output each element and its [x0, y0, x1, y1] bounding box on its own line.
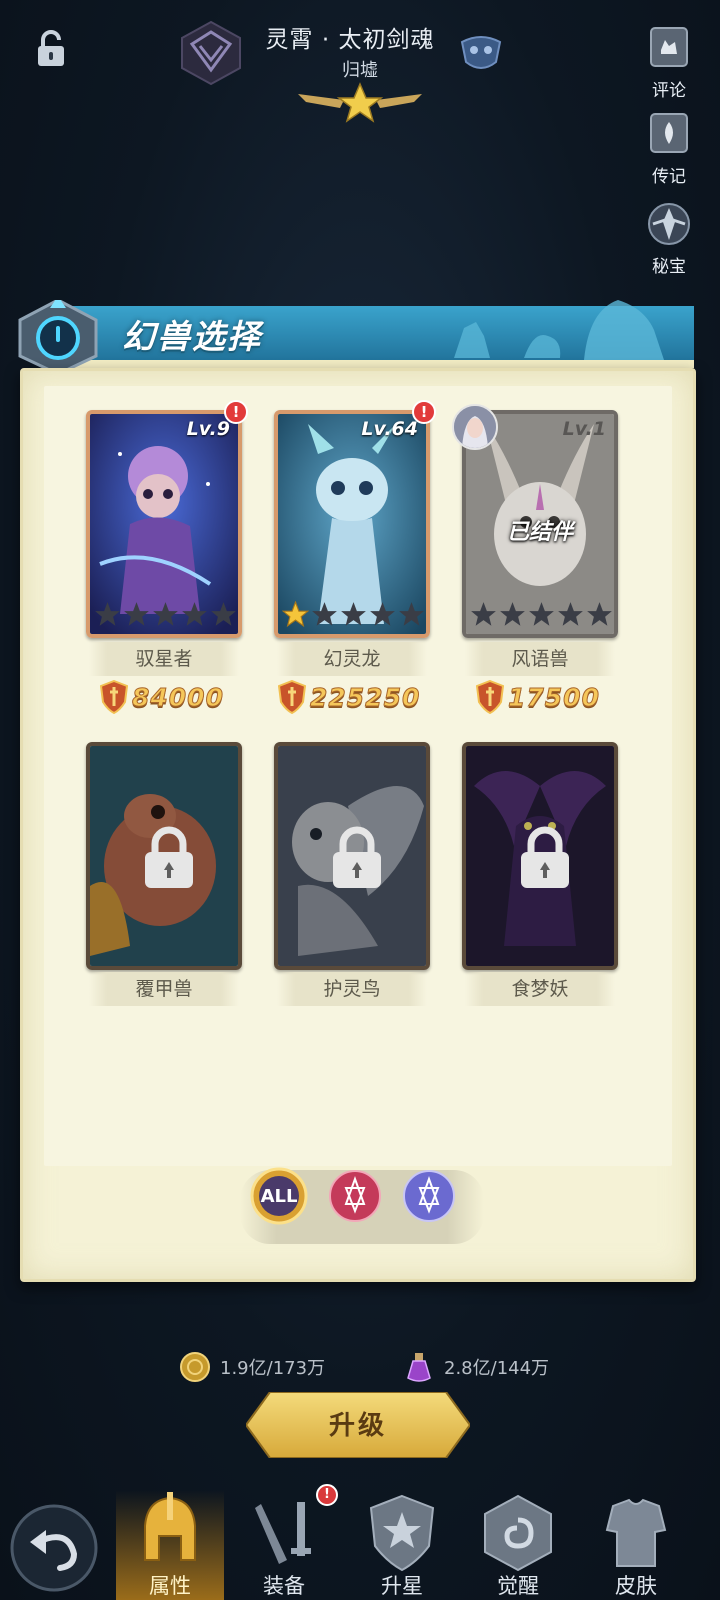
comment-label: 评论 — [652, 81, 686, 101]
filter-all-button[interactable]: ALL — [250, 1167, 308, 1225]
star-empty-icon — [529, 602, 554, 626]
potion-icon — [407, 1353, 431, 1382]
beast-card-2[interactable]: Lv.64 — [274, 410, 430, 638]
star-empty-icon — [95, 602, 120, 626]
lock-icon — [145, 826, 193, 888]
hero-portrait-icon — [454, 406, 496, 448]
sword-axe-icon — [255, 1502, 311, 1564]
star-empty-icon — [399, 602, 424, 626]
tab-star-up[interactable]: 升星 — [348, 1490, 456, 1600]
star-filled-icon — [282, 601, 309, 628]
filter-blue-element-button[interactable] — [400, 1167, 458, 1225]
beast-name-3: 风语兽 — [465, 642, 615, 676]
lock-icon — [333, 826, 381, 888]
star-empty-icon — [500, 602, 525, 626]
biography-button[interactable]: 传记 — [638, 110, 700, 187]
star-rating-3 — [470, 601, 613, 628]
beast-card-4[interactable] — [86, 742, 242, 970]
unlock-icon[interactable] — [34, 30, 68, 68]
panel-title: 幻兽选择 — [122, 317, 262, 356]
star-empty-icon — [312, 602, 337, 626]
beast-card-6[interactable] — [462, 742, 618, 970]
potion-cost: 2.8亿/144万 — [404, 1352, 549, 1382]
filter-red-element-button[interactable] — [326, 1167, 384, 1225]
bonded-hero-avatar — [452, 404, 498, 450]
hero-faction: 归墟 — [342, 60, 378, 81]
alert-badge-2: ! — [412, 400, 436, 424]
gold-coin-icon — [180, 1352, 210, 1382]
beast-power-value-1: 84000 — [132, 682, 224, 712]
beast-power-value-2: 225250 — [309, 682, 421, 712]
star-empty-icon — [153, 602, 178, 626]
beast-name-2: 幻灵龙 — [277, 642, 427, 676]
star-rating-1 — [94, 601, 237, 628]
beast-name-5: 护灵鸟 — [277, 972, 427, 1006]
tab-skins[interactable]: 皮肤 — [582, 1490, 690, 1600]
biography-label: 传记 — [652, 167, 686, 187]
bonded-status-label: 已结伴 — [506, 520, 573, 545]
biography-icon — [650, 113, 688, 153]
armor-icon — [605, 1498, 667, 1567]
power-shield-icon — [476, 680, 504, 714]
star-empty-icon — [471, 602, 496, 626]
spiral-emblem-icon — [484, 1494, 552, 1572]
comment-icon — [650, 27, 688, 67]
tab-equipment-label: 装备 — [263, 1574, 305, 1598]
power-shield-icon — [278, 680, 306, 714]
treasure-button[interactable]: 秘宝 — [638, 200, 700, 277]
beast-power-value-3: 17500 — [508, 682, 600, 712]
treasure-label: 秘宝 — [652, 257, 686, 277]
spartan-helmet-icon — [144, 1492, 196, 1561]
gold-cost-value: 1.9亿/173万 — [220, 1358, 326, 1379]
beast-power-3: 17500 — [476, 678, 600, 716]
faction-emblem-icon — [181, 20, 241, 86]
beast-name-6: 食梦妖 — [465, 972, 615, 1006]
beast-name-4: 覆甲兽 — [89, 972, 239, 1006]
beast-power-2: 225250 — [278, 678, 420, 716]
upgrade-label: 升级 — [328, 1411, 387, 1441]
tab-awaken-label: 觉醒 — [497, 1574, 539, 1598]
star-empty-icon — [182, 602, 207, 626]
star-empty-icon — [341, 602, 366, 626]
mask-emblem-icon — [460, 36, 502, 69]
potion-cost-value: 2.8亿/144万 — [444, 1358, 550, 1379]
tab-attributes-label: 属性 — [149, 1574, 191, 1598]
power-shield-icon — [100, 680, 128, 714]
beast-card-5[interactable] — [274, 742, 430, 970]
alert-badge-1: ! — [224, 400, 248, 424]
filter-all-label: ALL — [261, 1186, 298, 1207]
beast-level-3: Lv.1 — [562, 418, 606, 440]
star-empty-icon — [124, 602, 149, 626]
tab-attributes[interactable]: 属性 — [116, 1490, 224, 1600]
star-empty-icon — [211, 602, 236, 626]
hero-name: 灵霄 · 太初剑魂 — [265, 27, 435, 53]
tab-equipment[interactable]: 装备 — [230, 1490, 338, 1600]
lock-icon — [521, 826, 569, 888]
star-empty-icon — [370, 602, 395, 626]
beast-level-1: Lv.9 — [186, 418, 230, 440]
beast-level-2: Lv.64 — [361, 418, 418, 440]
star-shield-icon — [369, 1494, 435, 1572]
tab-skins-label: 皮肤 — [615, 1574, 657, 1598]
back-button[interactable] — [8, 1502, 100, 1594]
rank-star-wings-icon — [298, 82, 422, 123]
star-empty-icon — [587, 602, 612, 626]
beast-power-1: 84000 — [100, 678, 224, 716]
equipment-alert-badge: ! — [316, 1484, 338, 1506]
treasure-icon — [648, 203, 690, 245]
tab-star-up-label: 升星 — [381, 1574, 423, 1598]
star-empty-icon — [558, 602, 583, 626]
star-rating-2 — [282, 601, 425, 628]
comment-button[interactable]: 评论 — [638, 24, 700, 101]
panel-header-banner — [18, 300, 694, 374]
gold-cost: 1.9亿/173万 — [180, 1352, 325, 1382]
tab-awaken[interactable]: 觉醒 — [464, 1490, 572, 1600]
beast-name-1: 驭星者 — [89, 642, 239, 676]
beast-card-1[interactable]: Lv.9 — [86, 410, 242, 638]
